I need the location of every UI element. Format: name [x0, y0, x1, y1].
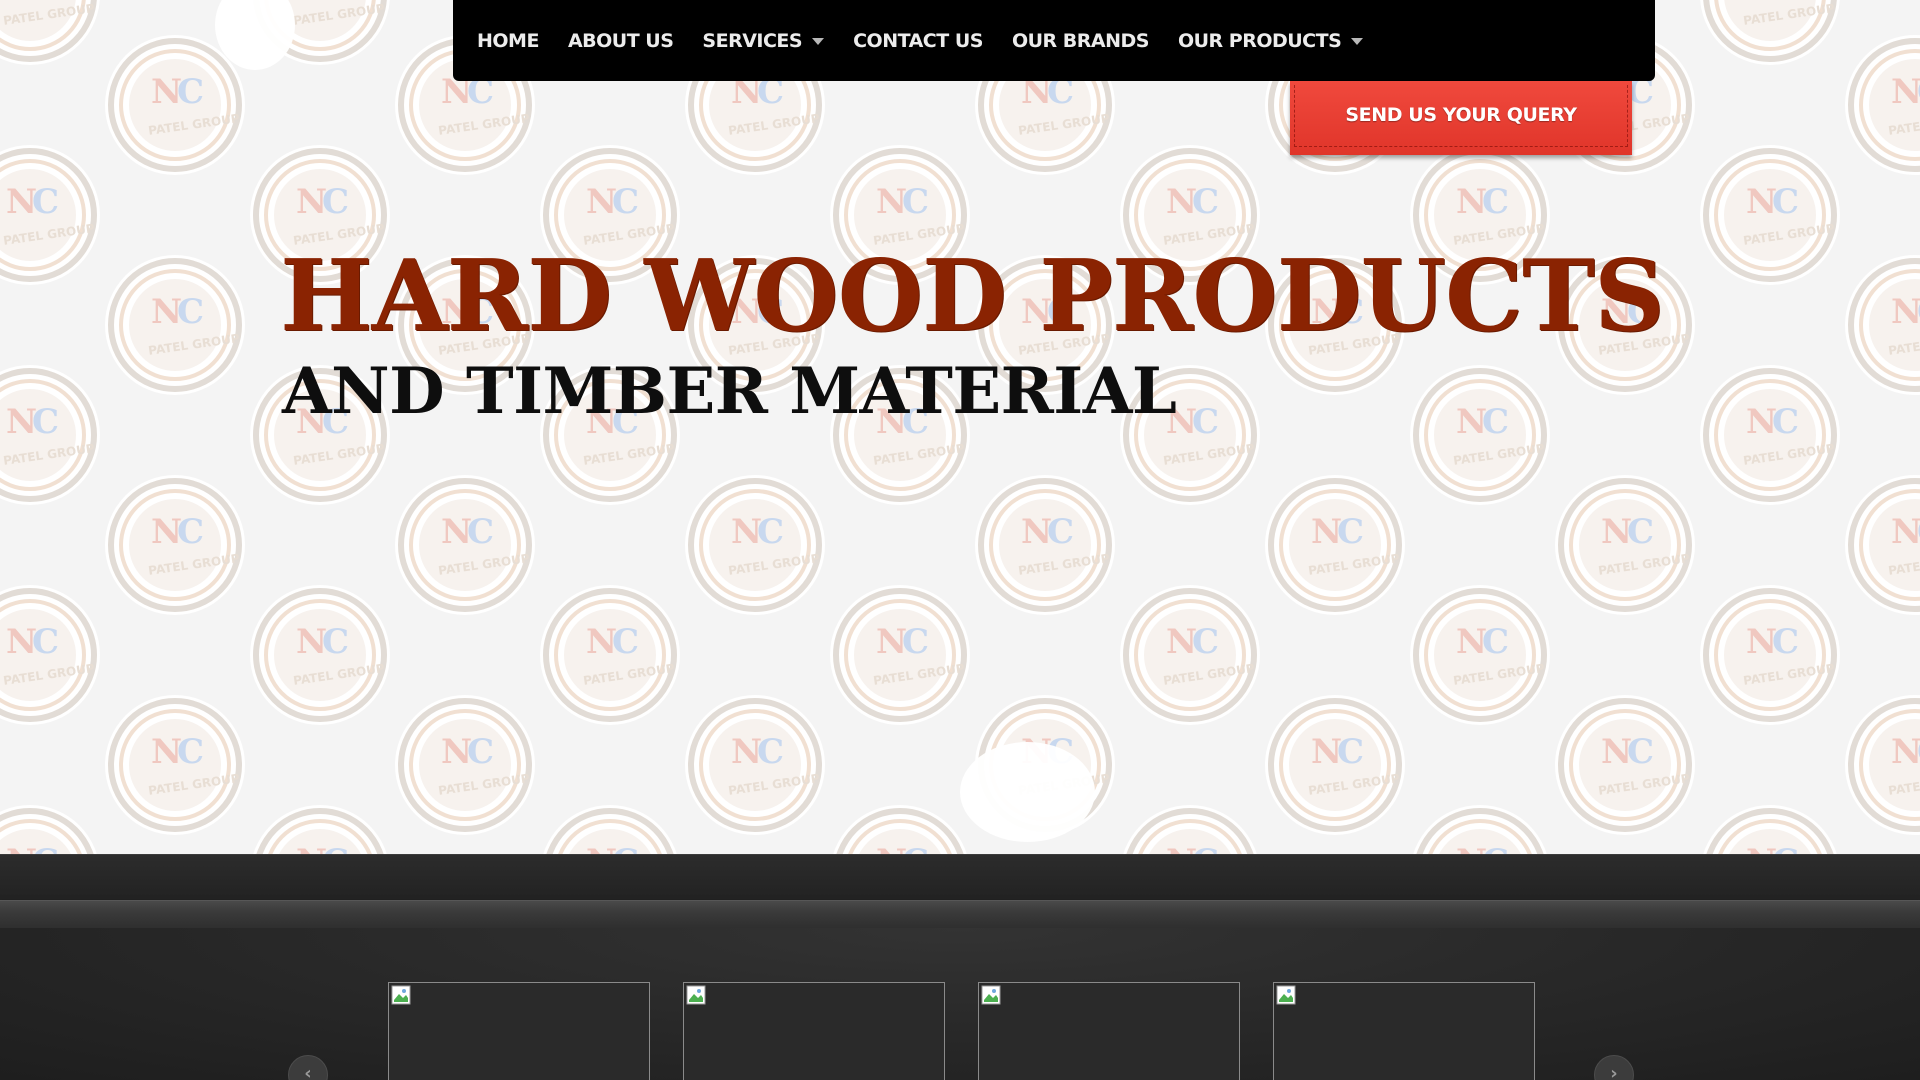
watermark-logo: [685, 475, 825, 615]
carousel-thumbnail-2[interactable]: [683, 982, 945, 1080]
white-blob-bottom: [960, 742, 1095, 842]
nav-about-us-label: ABOUT US: [567, 29, 674, 52]
nav-our-products[interactable]: OUR PRODUCTS: [1177, 29, 1364, 52]
watermark-logo: [1265, 475, 1405, 615]
watermark-logo: [1700, 145, 1840, 285]
watermark-logo: [1120, 585, 1260, 725]
watermark-logo: [395, 695, 535, 835]
watermark-logo: [830, 585, 970, 725]
carousel-thumbnail-1[interactable]: [388, 982, 650, 1080]
chevron-right-icon: ›: [1610, 1063, 1618, 1080]
carousel-section: [0, 928, 1920, 1080]
watermark-logo: [105, 695, 245, 835]
nav-our-products-label: OUR PRODUCTS: [1177, 29, 1342, 52]
broken-image-icon: [686, 985, 706, 1005]
nav-home-label: HOME: [477, 29, 539, 52]
watermark-logo: [395, 475, 535, 615]
nav-home[interactable]: HOME: [477, 30, 539, 52]
watermark-logo: [1410, 585, 1550, 725]
send-query-label: SEND US YOUR QUERY: [1345, 104, 1577, 126]
watermark-logo: [1700, 805, 1840, 854]
carousel-thumbnail-3[interactable]: [978, 982, 1240, 1080]
watermark-logo: [1700, 365, 1840, 505]
watermark-logo: [1845, 35, 1920, 175]
broken-image-icon: [1276, 985, 1296, 1005]
hero-headline: HARD WOOD PRODUCTS: [280, 239, 1665, 354]
watermark-logo: [0, 0, 100, 65]
watermark-logo: [1120, 805, 1260, 854]
watermark-logo: [1410, 805, 1550, 854]
broken-image-icon: [981, 985, 1001, 1005]
caret-down-icon: [1351, 38, 1364, 45]
watermark-logo: [685, 695, 825, 835]
caret-down-icon: [812, 38, 825, 45]
watermark-logo: [0, 145, 100, 285]
watermark-logo: [1845, 695, 1920, 835]
hero-subheadline: AND TIMBER MATERIAL: [282, 354, 1177, 429]
nav-services-label: SERVICES: [702, 29, 803, 52]
watermark-logo: [1700, 0, 1840, 65]
watermark-logo: [1265, 695, 1405, 835]
watermark-logo: [1845, 255, 1920, 395]
watermark-logo: [975, 475, 1115, 615]
watermark-logo: [0, 585, 100, 725]
watermark-logo: [1555, 695, 1695, 835]
nav-our-brands[interactable]: OUR BRANDS: [1011, 29, 1150, 52]
carousel-thumbnail-4[interactable]: [1273, 982, 1535, 1080]
watermark-logo: [1555, 475, 1695, 615]
watermark-logo: [540, 585, 680, 725]
watermark-logo: [1410, 365, 1550, 505]
nav-about-us[interactable]: ABOUT US: [567, 29, 674, 52]
watermark-logo: [105, 35, 245, 175]
broken-image-icon: [391, 985, 411, 1005]
watermark-logo: [105, 255, 245, 395]
watermark-logo: [250, 805, 390, 854]
watermark-logo: [0, 365, 100, 505]
watermark-logo: [1845, 475, 1920, 615]
watermark-logo: [105, 475, 245, 615]
watermark-logo: [540, 805, 680, 854]
main-navbar: HOME ABOUT US SERVICES CONTACT US OUR BR…: [453, 0, 1655, 81]
chevron-left-icon: ‹: [304, 1063, 312, 1080]
nav-services[interactable]: SERVICES: [702, 29, 825, 52]
watermark-logo: [1700, 585, 1840, 725]
watermark-logo: [250, 585, 390, 725]
nav-contact-us[interactable]: CONTACT US: [853, 30, 983, 52]
shelf-divider: [0, 900, 1920, 929]
watermark-logo: [0, 805, 100, 854]
nav-our-brands-label: OUR BRANDS: [1011, 29, 1150, 52]
dark-band: [0, 854, 1920, 901]
nav-contact-us-label: CONTACT US: [853, 29, 983, 52]
send-query-button[interactable]: SEND US YOUR QUERY: [1290, 81, 1632, 155]
watermark-logo: [830, 805, 970, 854]
hero-section: N C PATEL GROUP HARD WOOD PRODUCTS AND T…: [0, 0, 1920, 854]
